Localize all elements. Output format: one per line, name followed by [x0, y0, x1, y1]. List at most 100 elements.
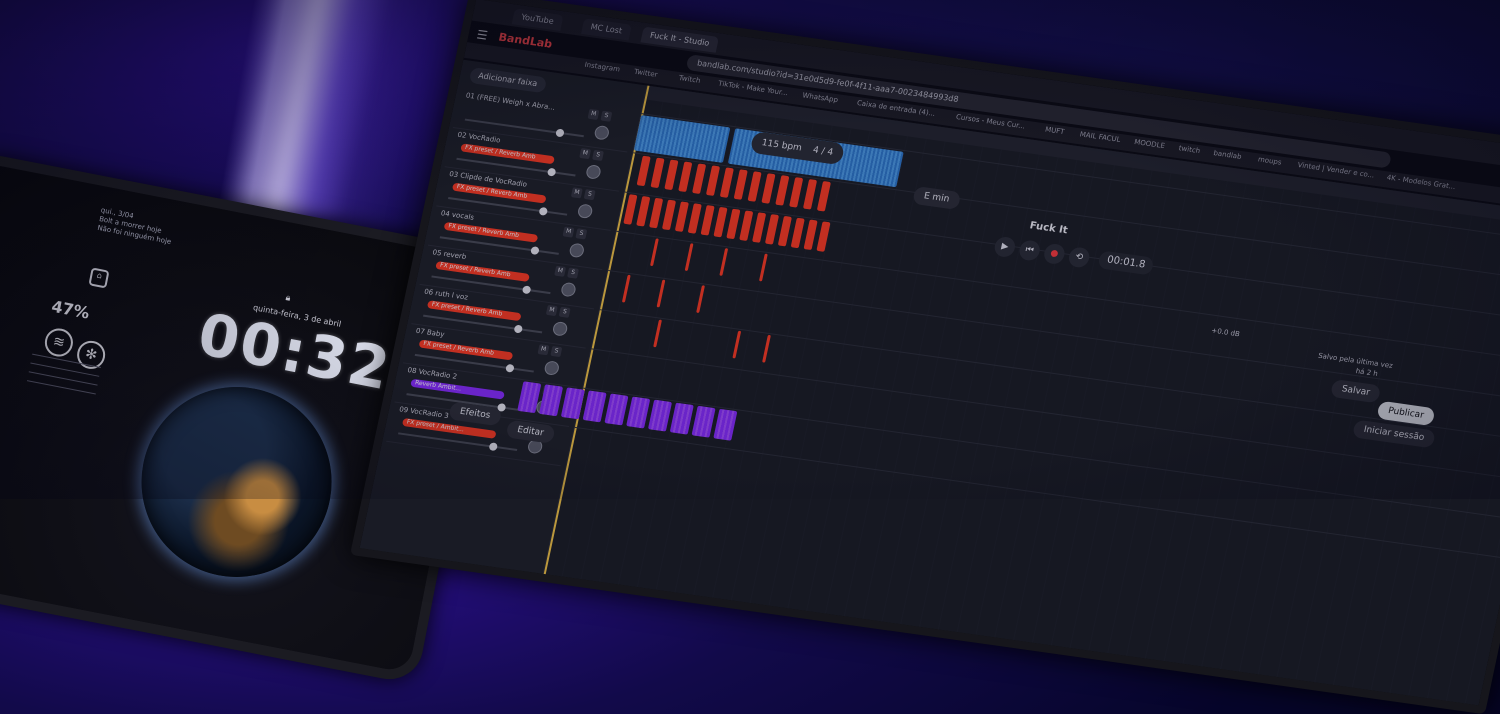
mute-button[interactable]: M [562, 226, 575, 238]
volume-slider-handle[interactable] [505, 363, 515, 373]
browser-tab[interactable]: YouTube [511, 8, 564, 31]
volume-slider-handle[interactable] [555, 128, 565, 138]
add-track-button[interactable]: Adicionar faixa [468, 67, 547, 94]
volume-slider-handle[interactable] [546, 167, 557, 177]
audio-clip[interactable] [678, 161, 693, 193]
pan-knob[interactable] [568, 242, 586, 259]
bookmark[interactable]: Instagram [584, 61, 621, 74]
pan-knob[interactable] [543, 360, 561, 376]
audio-clip[interactable] [713, 408, 738, 441]
audio-clip[interactable] [626, 396, 651, 429]
mute-button[interactable]: M [579, 148, 592, 160]
audio-clip[interactable] [719, 167, 734, 198]
audio-clip[interactable] [664, 159, 679, 191]
audio-clip[interactable] [692, 163, 707, 194]
audio-clip[interactable] [789, 177, 804, 208]
audio-clip[interactable] [726, 208, 741, 240]
audio-clip[interactable] [705, 165, 721, 196]
bookmark[interactable]: MOODLE [1133, 138, 1165, 150]
audio-clip[interactable] [764, 214, 780, 245]
audio-clip[interactable] [775, 175, 790, 206]
mute-button[interactable]: M [570, 187, 583, 199]
audio-clip[interactable] [650, 238, 659, 267]
audio-clip[interactable] [582, 390, 607, 423]
solo-button[interactable]: S [600, 110, 613, 122]
audio-clip[interactable] [752, 212, 767, 243]
audio-clip[interactable] [636, 196, 651, 227]
audio-clip[interactable] [661, 199, 677, 231]
audio-clip[interactable] [777, 215, 792, 247]
audio-clip[interactable] [790, 217, 805, 249]
mute-button[interactable]: M [587, 108, 600, 120]
audio-clip[interactable] [713, 206, 728, 238]
audio-clip[interactable] [684, 243, 694, 272]
bookmark[interactable]: MAIL FACUL [1079, 130, 1121, 144]
mute-button[interactable]: M [554, 265, 567, 277]
audio-clip[interactable] [636, 155, 651, 187]
track-name[interactable]: 06 ruth l voz [423, 288, 468, 302]
mute-button[interactable]: M [545, 304, 558, 317]
audio-clip[interactable] [653, 319, 662, 348]
volume-slider-handle[interactable] [538, 206, 549, 216]
audio-clip[interactable] [656, 279, 666, 308]
volume-slider-handle[interactable] [488, 442, 499, 452]
volume-slider[interactable] [397, 432, 518, 452]
bookmark[interactable]: twitch [1178, 144, 1201, 155]
volume-slider-handle[interactable] [521, 285, 532, 295]
home-icon[interactable]: ⌂ [88, 267, 110, 289]
audio-clip[interactable] [816, 180, 831, 212]
bookmark[interactable]: Twitter [633, 68, 658, 79]
tempo-value[interactable]: 115 bpm [761, 138, 803, 153]
audio-clip[interactable] [674, 201, 689, 232]
solo-button[interactable]: S [575, 228, 588, 240]
bookmark[interactable]: bandlab [1213, 149, 1243, 161]
audio-clip[interactable] [696, 285, 705, 314]
pan-knob[interactable] [551, 321, 569, 337]
bookmark[interactable]: 4K - Modelos Grat... [1386, 173, 1456, 190]
audio-clip[interactable] [816, 221, 831, 252]
solo-button[interactable]: S [592, 149, 605, 162]
audio-clip[interactable] [649, 197, 664, 229]
audio-clip[interactable] [650, 157, 665, 189]
audio-clip[interactable] [761, 173, 776, 204]
audio-clip[interactable] [647, 399, 673, 432]
audio-clip[interactable] [700, 205, 715, 236]
solo-button[interactable]: S [583, 189, 596, 201]
track-name[interactable]: 01 (FREE) Weigh x Abra... [465, 92, 556, 112]
time-signature[interactable]: 4 / 4 [812, 145, 834, 158]
pan-knob[interactable] [585, 164, 602, 180]
audio-clip[interactable] [739, 210, 754, 242]
solo-button[interactable]: S [567, 267, 579, 279]
browser-tab-active[interactable]: Fuck It - Studio [640, 26, 719, 53]
pan-knob[interactable] [593, 124, 611, 141]
audio-clip[interactable] [758, 253, 768, 282]
audio-clip[interactable] [803, 219, 818, 251]
solo-button[interactable]: S [550, 345, 563, 358]
track-name[interactable]: 05 reverb [432, 248, 467, 261]
mute-button[interactable]: M [537, 344, 550, 356]
volume-slider-handle[interactable] [530, 246, 540, 256]
menu-icon[interactable]: ☰ [475, 28, 489, 43]
audio-clip[interactable] [762, 334, 771, 363]
bookmark[interactable]: WhatsApp [802, 91, 839, 104]
audio-clip[interactable] [747, 171, 762, 202]
audio-clip[interactable] [719, 248, 729, 276]
track-name[interactable]: 02 VocRadio [457, 131, 501, 145]
bookmark[interactable]: MUFT [1044, 125, 1065, 136]
audio-clip[interactable] [732, 330, 742, 359]
pan-knob[interactable] [576, 203, 594, 220]
audio-clip[interactable] [604, 393, 629, 426]
bookmark[interactable]: Twitch [678, 74, 701, 85]
bookmark[interactable]: moups [1257, 155, 1282, 166]
audio-clip[interactable] [733, 169, 748, 200]
pan-knob[interactable] [560, 281, 577, 298]
audio-clip[interactable] [691, 405, 716, 438]
audio-clip[interactable] [669, 402, 694, 435]
audio-clip[interactable] [802, 179, 818, 210]
track-name[interactable]: 04 vocals [440, 209, 475, 221]
browser-tab[interactable]: MC Lost [581, 18, 632, 41]
track-name[interactable]: 07 Baby [415, 327, 445, 339]
audio-clip[interactable] [687, 203, 702, 234]
solo-button[interactable]: S [558, 306, 571, 318]
audio-clip[interactable] [621, 274, 631, 303]
